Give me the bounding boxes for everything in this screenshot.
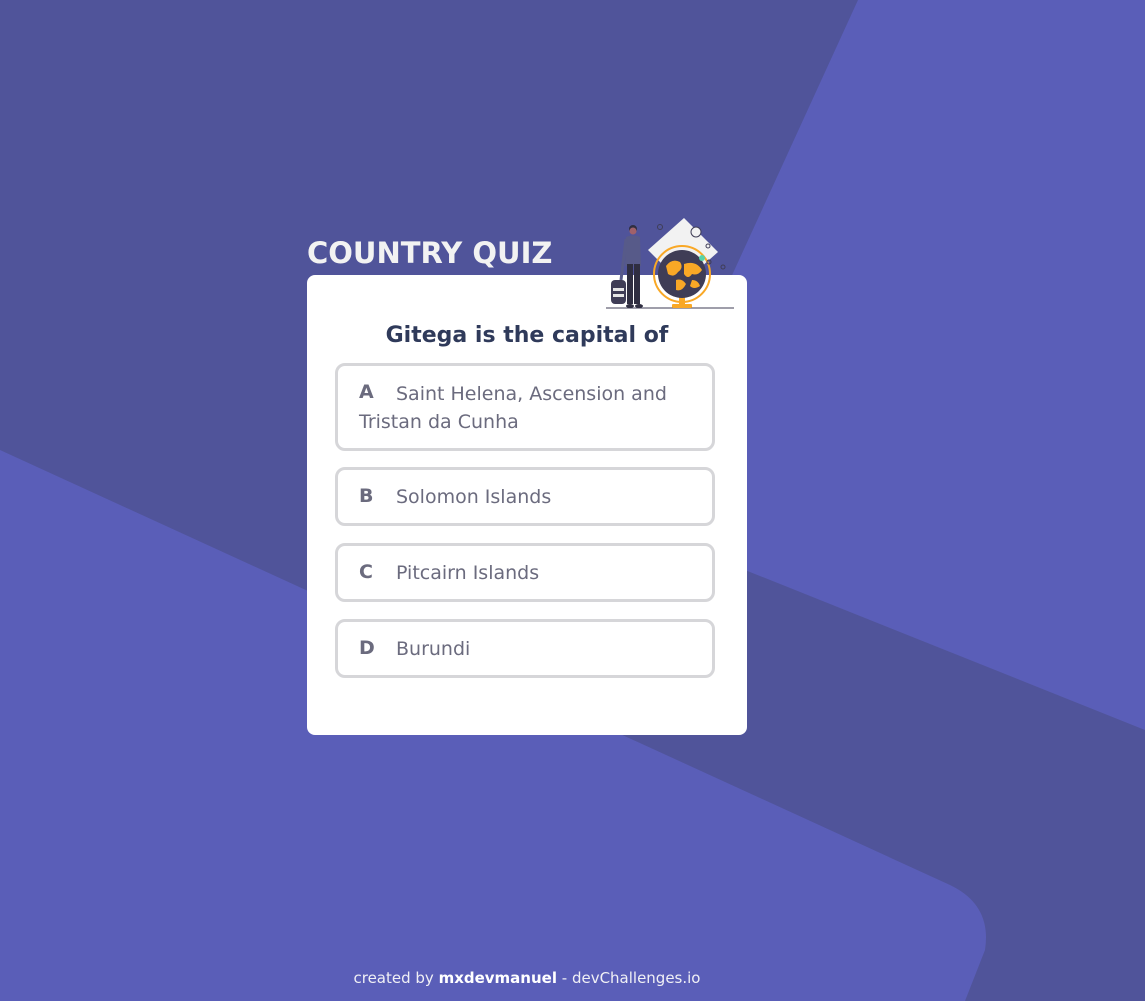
option-label: Solomon Islands (396, 486, 552, 508)
footer-credits: created by mxdevmanuel - devChallenges.i… (0, 969, 1054, 987)
option-letter: D (359, 637, 375, 659)
traveler-with-globe-illustration-icon (606, 218, 734, 309)
quiz-card: Gitega is the capital of A Saint Helena,… (307, 275, 747, 735)
footer-prefix: created by (353, 969, 439, 987)
answer-option-c[interactable]: C Pitcairn Islands (335, 543, 715, 602)
answer-option-b[interactable]: B Solomon Islands (335, 467, 715, 526)
option-label: Burundi (396, 638, 471, 660)
site-link[interactable]: devChallenges.io (572, 969, 701, 987)
option-label: Saint Helena, Ascension and Tristan da C… (359, 383, 667, 433)
footer-separator: - (556, 969, 572, 987)
quiz-title: COUNTRY QUIZ (307, 236, 553, 270)
answer-option-d[interactable]: D Burundi (335, 619, 715, 678)
option-letter: B (359, 485, 374, 507)
question-text: Gitega is the capital of (385, 323, 669, 348)
answer-option-a[interactable]: A Saint Helena, Ascension and Tristan da… (335, 363, 715, 451)
option-label: Pitcairn Islands (396, 562, 540, 584)
option-letter: C (359, 561, 373, 583)
author-link[interactable]: mxdevmanuel (439, 969, 557, 987)
